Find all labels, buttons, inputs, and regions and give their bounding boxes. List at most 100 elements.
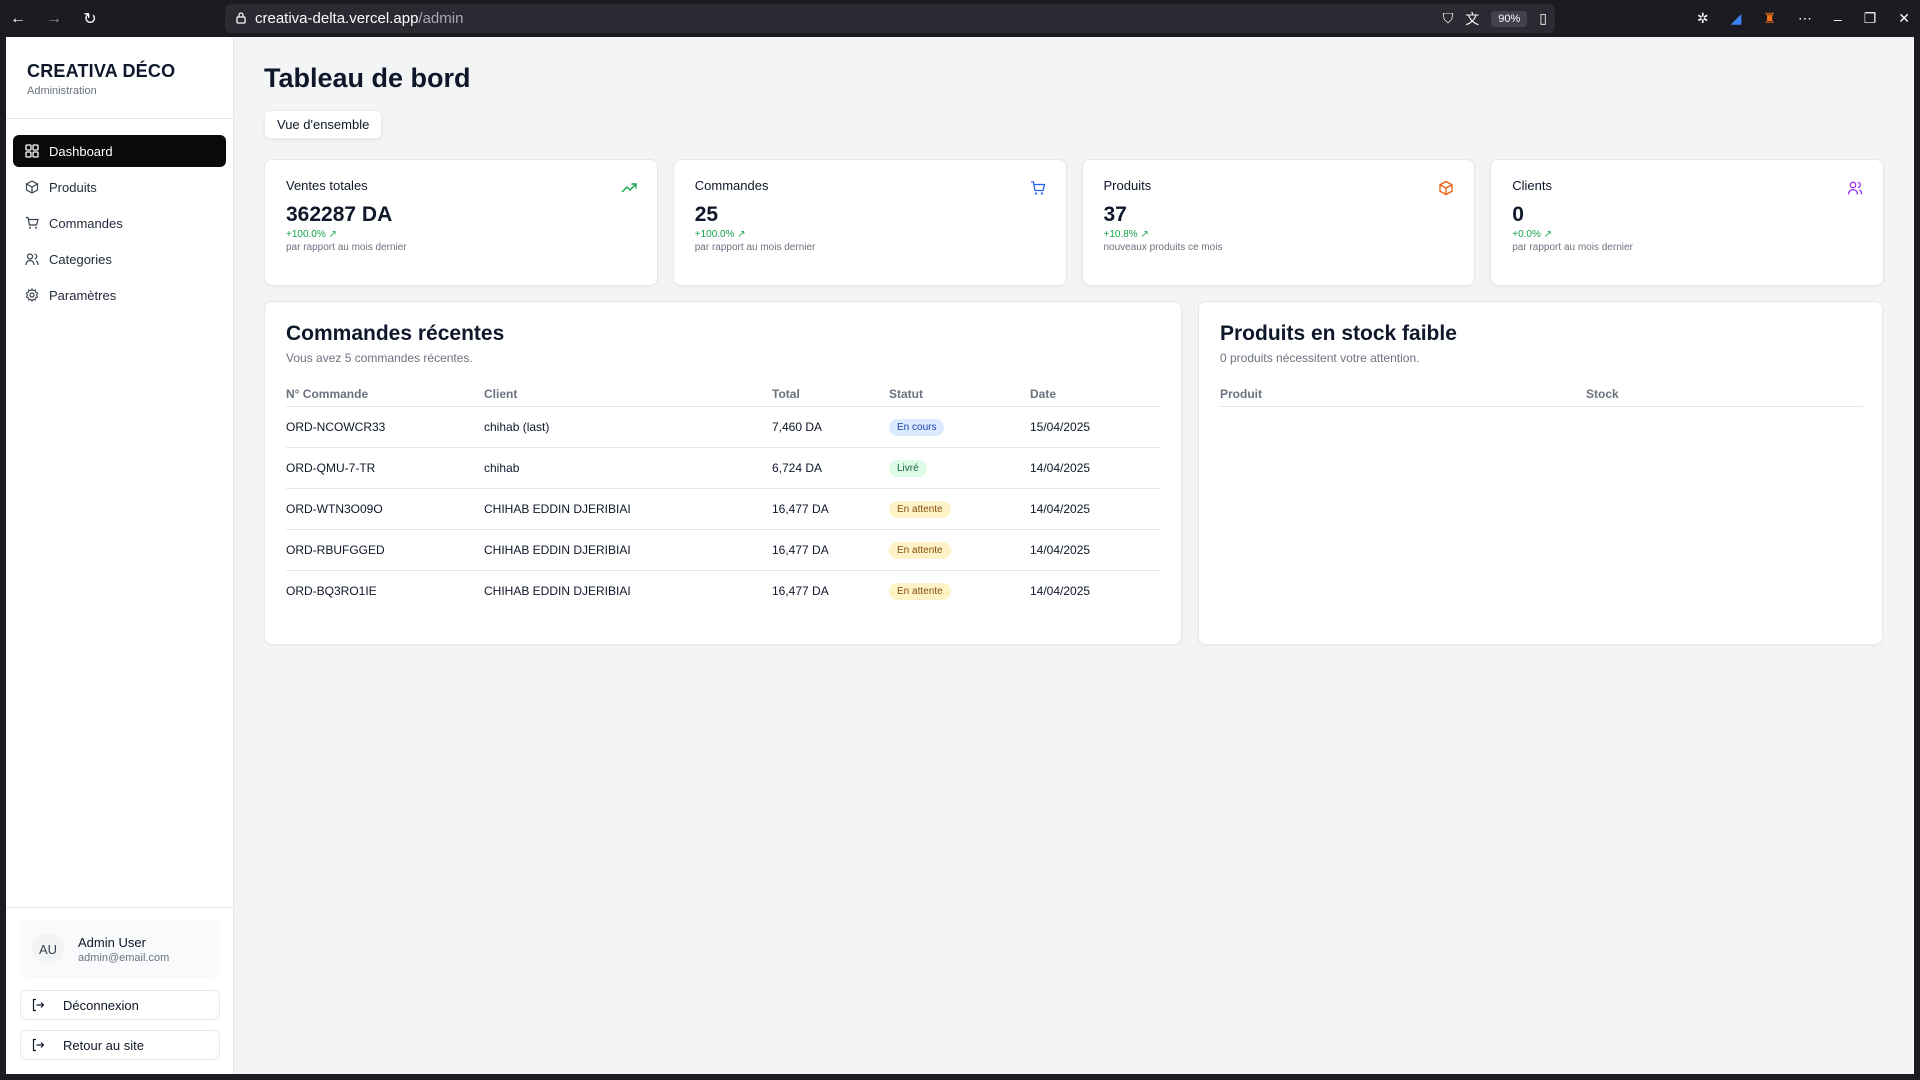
translate-icon[interactable]: 文 bbox=[1465, 9, 1479, 29]
column-header[interactable]: Date bbox=[1030, 387, 1160, 407]
extension-blue-icon[interactable]: ◢ bbox=[1731, 10, 1742, 27]
stat-change: +10.8% ↗ bbox=[1103, 229, 1149, 240]
logout-button[interactable]: Déconnexion bbox=[20, 990, 220, 1020]
order-status-cell: Livré bbox=[889, 447, 1030, 489]
stat-note: par rapport au mois dernier bbox=[1512, 242, 1633, 253]
stat-change: +100.0% ↗ bbox=[286, 229, 337, 240]
sidebar-item-dashboard[interactable]: Dashboard bbox=[13, 135, 226, 167]
sidebar-item-label: Produits bbox=[49, 179, 97, 195]
column-header[interactable]: Statut bbox=[889, 387, 1030, 407]
table-row[interactable]: ORD-NCOWCR33 chihab (last) 7,460 DA En c… bbox=[286, 406, 1160, 448]
url-path: /admin bbox=[418, 10, 464, 27]
stats-row: Ventes totales 362287 DA +100.0% ↗ par r… bbox=[264, 159, 1884, 286]
restore-icon[interactable]: ❐ bbox=[1864, 10, 1877, 27]
order-status-cell: En attente bbox=[889, 488, 1030, 530]
minimize-icon[interactable]: – bbox=[1834, 11, 1842, 27]
stat-change: +100.0% ↗ bbox=[694, 229, 746, 240]
main-content: Tableau de bord Vue d'ensemble Ventes to… bbox=[234, 37, 1914, 1074]
order-client: CHIHAB EDDIN DJERIBIAI bbox=[484, 488, 772, 530]
reader-mode-icon[interactable]: ▯ bbox=[1539, 10, 1547, 27]
forward-icon[interactable]: → bbox=[36, 0, 72, 37]
order-date: 14/04/2025 bbox=[1030, 529, 1160, 571]
order-id: ORD-RBUFGGED bbox=[286, 529, 484, 571]
brand-title[interactable]: CREATIVA DÉCO bbox=[27, 61, 213, 82]
page-viewport: CREATIVA DÉCO Administration Dashboard P… bbox=[6, 37, 1914, 1074]
sidebar-item-label: Dashboard bbox=[49, 143, 113, 159]
column-header[interactable]: Client bbox=[484, 387, 772, 407]
table-row[interactable]: ORD-WTN3O09O CHIHAB EDDIN DJERIBIAI 16,4… bbox=[286, 488, 1160, 530]
stat-note: par rapport au mois dernier bbox=[286, 242, 407, 253]
cart-icon bbox=[1030, 180, 1046, 196]
order-total: 16,477 DA bbox=[772, 529, 889, 571]
back-icon[interactable]: ← bbox=[0, 0, 36, 37]
zoom-badge[interactable]: 90% bbox=[1491, 10, 1528, 27]
stat-label: Ventes totales bbox=[286, 178, 368, 193]
stat-value: 0 bbox=[1512, 203, 1524, 226]
more-menu-icon[interactable]: ⋯ bbox=[1798, 10, 1812, 27]
order-client: CHIHAB EDDIN DJERIBIAI bbox=[484, 529, 772, 571]
lock-icon bbox=[235, 11, 247, 27]
column-header[interactable]: Total bbox=[772, 387, 889, 407]
sidebar-item-parametres[interactable]: Paramètres bbox=[13, 279, 226, 311]
brand-subtitle: Administration bbox=[27, 85, 97, 97]
stat-label: Produits bbox=[1103, 178, 1152, 193]
column-header[interactable]: Stock bbox=[1586, 387, 1863, 407]
order-date: 14/04/2025 bbox=[1030, 488, 1160, 530]
table-row[interactable]: ORD-QMU-7-TR chihab 6,724 DA Livré 14/04… bbox=[286, 447, 1160, 489]
table-row[interactable]: ORD-RBUFGGED CHIHAB EDDIN DJERIBIAI 16,4… bbox=[286, 529, 1160, 571]
status-badge: En attente bbox=[889, 541, 951, 559]
panel-subtitle: 0 produits nécessitent votre attention. bbox=[1220, 351, 1420, 365]
tab-overview[interactable]: Vue d'ensemble bbox=[264, 110, 383, 139]
url-host: creativa-delta.vercel.app bbox=[255, 10, 419, 27]
sidebar-item-produits[interactable]: Produits bbox=[13, 171, 226, 203]
sidebar-item-label: Categories bbox=[49, 251, 112, 267]
table-row[interactable]: ORD-BQ3RO1IE CHIHAB EDDIN DJERIBIAI 16,4… bbox=[286, 571, 1160, 612]
recent-orders-panel: Commandes récentes Vous avez 5 commandes… bbox=[264, 301, 1182, 645]
trending-up-icon bbox=[621, 180, 637, 196]
package-icon bbox=[1438, 180, 1454, 196]
reload-icon[interactable]: ↻ bbox=[72, 0, 108, 37]
order-date: 14/04/2025 bbox=[1030, 584, 1091, 599]
stat-label: Clients bbox=[1512, 178, 1552, 193]
order-total: 6,724 DA bbox=[772, 447, 889, 489]
panel-subtitle: Vous avez 5 commandes récentes. bbox=[286, 351, 473, 365]
stat-value: 362287 DA bbox=[286, 203, 393, 226]
sidebar-item-categories[interactable]: Categories bbox=[13, 243, 226, 275]
column-header[interactable]: Produit bbox=[1220, 387, 1586, 407]
panel-title: Produits en stock faible bbox=[1220, 322, 1457, 345]
status-badge: En attente bbox=[889, 500, 951, 518]
grid-icon bbox=[25, 144, 39, 158]
avatar: AU bbox=[32, 933, 64, 965]
logout-icon bbox=[31, 998, 47, 1012]
sidebar-item-label: Paramètres bbox=[49, 287, 117, 303]
browser-toolbar: ← → ↻ creativa-delta.vercel.app/admin ⛉ … bbox=[0, 0, 1920, 37]
order-status-cell: En attente bbox=[889, 529, 1030, 571]
order-total: 7,460 DA bbox=[772, 406, 889, 448]
column-header[interactable]: N° Commande bbox=[286, 387, 484, 407]
order-status-cell: En cours bbox=[889, 406, 1030, 448]
sidebar-footer: AU Admin User admin@email.com Déconnexio… bbox=[6, 907, 234, 1074]
order-id: ORD-WTN3O09O bbox=[286, 488, 484, 530]
back-to-site-button[interactable]: Retour au site bbox=[20, 1030, 220, 1060]
sidebar: CREATIVA DÉCO Administration Dashboard P… bbox=[6, 37, 234, 1074]
panels-row: Commandes récentes Vous avez 5 commandes… bbox=[264, 301, 1884, 645]
table-header-row: Produit Stock bbox=[1220, 387, 1863, 407]
shield-icon[interactable]: ⛉ bbox=[1443, 10, 1454, 27]
user-name: Admin User bbox=[78, 934, 146, 950]
user-card: AU Admin User admin@email.com bbox=[20, 920, 220, 978]
gear-icon bbox=[25, 288, 39, 302]
order-date: 15/04/2025 bbox=[1030, 406, 1160, 448]
order-total: 16,477 DA bbox=[772, 488, 889, 530]
sidebar-item-commandes[interactable]: Commandes bbox=[13, 207, 226, 239]
stat-card-products: Produits 37 +10.8% ↗ nouveaux produits c… bbox=[1081, 159, 1476, 286]
stat-value: 37 bbox=[1103, 203, 1127, 226]
extensions-icon[interactable]: ✲ bbox=[1697, 10, 1709, 27]
status-badge: Livré bbox=[889, 459, 927, 477]
back-to-site-label: Retour au site bbox=[63, 1037, 144, 1053]
stat-card-clients: Clients 0 +0.0% ↗ par rapport au mois de… bbox=[1490, 159, 1884, 286]
close-icon[interactable]: ✕ bbox=[1898, 10, 1910, 27]
extension-orange-icon[interactable]: ♜ bbox=[1763, 10, 1776, 27]
status-badge: En cours bbox=[889, 418, 945, 436]
address-bar[interactable]: creativa-delta.vercel.app/admin ⛉ 文 90% … bbox=[225, 4, 1555, 33]
order-id: ORD-BQ3RO1IE bbox=[286, 584, 377, 599]
